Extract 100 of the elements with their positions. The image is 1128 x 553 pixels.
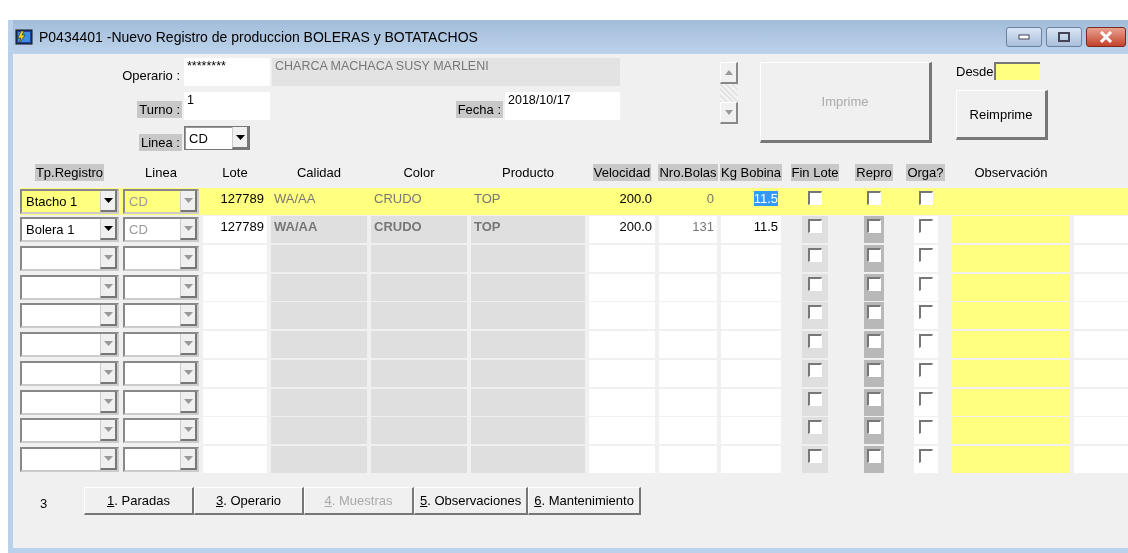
tipo-registro-dropdown[interactable] — [20, 332, 119, 358]
tipo-registro-dropdown[interactable] — [20, 274, 119, 300]
column-header: Orga? — [906, 163, 945, 181]
maximize-button[interactable] — [1046, 27, 1082, 47]
repro-checkbox[interactable] — [867, 420, 881, 435]
turno-field[interactable]: 1 — [184, 92, 270, 120]
tipo-registro-dropdown[interactable] — [20, 418, 119, 444]
fecha-field[interactable]: 2018/10/17 — [505, 92, 620, 120]
dropdown-arrow-icon — [183, 255, 193, 261]
close-button[interactable] — [1086, 27, 1126, 47]
linea-dropdown[interactable] — [123, 418, 199, 444]
fin-lote-checkbox[interactable] — [808, 276, 822, 291]
repro-checkbox[interactable] — [867, 276, 881, 291]
column-header: Nro.Bolas — [658, 163, 718, 181]
fin-lote-checkbox[interactable] — [808, 391, 822, 406]
fin-lote-checkbox[interactable] — [808, 190, 822, 205]
repro-checkbox[interactable] — [867, 190, 881, 205]
table-cell: WA/AA — [271, 216, 367, 244]
scroll-down-button[interactable] — [720, 102, 738, 124]
table-cell: 200.0 — [589, 216, 655, 244]
table-row[interactable] — [20, 388, 1128, 416]
repro-checkbox[interactable] — [867, 248, 881, 263]
dropdown-arrow-icon — [103, 226, 113, 232]
column-header: Repro — [855, 163, 893, 181]
table-row[interactable] — [20, 331, 1128, 359]
action-button[interactable]: 1. Paradas — [84, 486, 194, 515]
table-row[interactable] — [20, 273, 1128, 301]
dropdown-arrow-icon — [183, 369, 193, 375]
dropdown-arrow-icon — [183, 197, 193, 203]
tipo-registro-dropdown[interactable] — [20, 246, 119, 272]
up-arrow-icon — [724, 70, 733, 75]
linea-dropdown[interactable] — [123, 389, 199, 415]
table-row[interactable] — [20, 445, 1128, 473]
dropdown-arrow-icon — [103, 369, 113, 375]
operario-name-field: CHARCA MACHACA SUSY MARLENI — [272, 58, 620, 86]
fin-lote-checkbox[interactable] — [808, 219, 822, 234]
column-header: Tp.Registro — [34, 163, 105, 181]
dropdown-arrow-icon — [103, 341, 113, 347]
table-row[interactable] — [20, 417, 1128, 445]
tipo-registro-dropdown[interactable] — [20, 446, 119, 472]
operario-code-field[interactable]: ******** — [184, 58, 270, 86]
fin-lote-checkbox[interactable] — [808, 305, 822, 320]
fin-lote-checkbox[interactable] — [808, 420, 822, 435]
minimize-button[interactable] — [1006, 27, 1042, 47]
column-header: Calidad — [295, 163, 343, 181]
table-row[interactable] — [20, 359, 1128, 387]
tipo-registro-dropdown[interactable] — [20, 389, 119, 415]
record-count: 3 — [39, 496, 49, 512]
maximize-icon — [1058, 32, 1070, 42]
window-title: P0434401 -Nuevo Registro de produccion BOLERAS y BOTATACHOS — [39, 29, 478, 45]
desde-field[interactable] — [993, 62, 1040, 80]
reimprime-button[interactable]: Reimprime — [956, 90, 1048, 140]
table-cell[interactable]: 11.5 — [721, 216, 781, 244]
dropdown-arrow-icon — [183, 283, 193, 289]
action-button[interactable]: 5. Observaciones — [414, 486, 529, 515]
scroll-track[interactable] — [720, 84, 738, 102]
column-header: Lote — [221, 163, 249, 181]
dropdown-arrow-icon — [103, 427, 113, 433]
repro-checkbox[interactable] — [867, 219, 881, 234]
action-button[interactable]: 6. Mantenimiento — [528, 486, 641, 515]
orga-checkbox[interactable] — [918, 190, 933, 205]
desde-label: Desde — [956, 63, 994, 79]
linea-dropdown[interactable] — [123, 446, 199, 472]
dropdown-arrow-icon — [183, 398, 193, 404]
column-header: Fin Lote — [790, 163, 840, 181]
repro-checkbox[interactable] — [867, 334, 881, 349]
linea-dropdown[interactable] — [123, 246, 199, 272]
app-icon — [15, 29, 33, 45]
linea-dropdown[interactable] — [123, 274, 199, 300]
dropdown-arrow-icon — [183, 312, 193, 318]
column-header: Kg Bobina — [720, 163, 782, 181]
table-row[interactable] — [20, 245, 1128, 273]
repro-checkbox[interactable] — [867, 448, 881, 463]
scroll-up-button[interactable] — [720, 62, 738, 84]
linea-dropdown[interactable] — [123, 360, 199, 386]
operario-label: Operario : — [121, 66, 181, 84]
repro-checkbox[interactable] — [867, 305, 881, 320]
fin-lote-checkbox[interactable] — [808, 248, 822, 263]
fin-lote-checkbox[interactable] — [808, 362, 822, 377]
turno-label: Turno : — [137, 100, 182, 118]
dropdown-arrow-icon — [103, 312, 113, 318]
repro-checkbox[interactable] — [867, 391, 881, 406]
column-header: Producto — [500, 163, 555, 181]
dropdown-arrow-icon — [103, 283, 113, 289]
fin-lote-checkbox[interactable] — [808, 334, 822, 349]
repro-checkbox[interactable] — [867, 362, 881, 377]
table-row[interactable] — [20, 302, 1128, 330]
linea-label: Linea : — [138, 133, 182, 151]
dropdown-arrow-icon — [183, 455, 193, 461]
linea-dropdown[interactable]: CD — [184, 126, 250, 150]
tipo-registro-dropdown[interactable]: Bolera 1 — [20, 217, 119, 243]
tipo-registro-dropdown[interactable]: Btacho 1 — [20, 188, 119, 214]
table-row[interactable]: Bolera 1 CD 127789 WA/AA CRUDO TOP 200.0 131 11.5 — [20, 216, 1128, 244]
fin-lote-checkbox[interactable] — [808, 448, 822, 463]
dropdown-arrow-icon — [103, 197, 113, 203]
tipo-registro-dropdown[interactable] — [20, 360, 119, 386]
linea-dropdown[interactable] — [123, 303, 199, 329]
action-button[interactable]: 3. Operario — [194, 486, 304, 515]
linea-dropdown[interactable] — [123, 332, 199, 358]
tipo-registro-dropdown[interactable] — [20, 303, 119, 329]
